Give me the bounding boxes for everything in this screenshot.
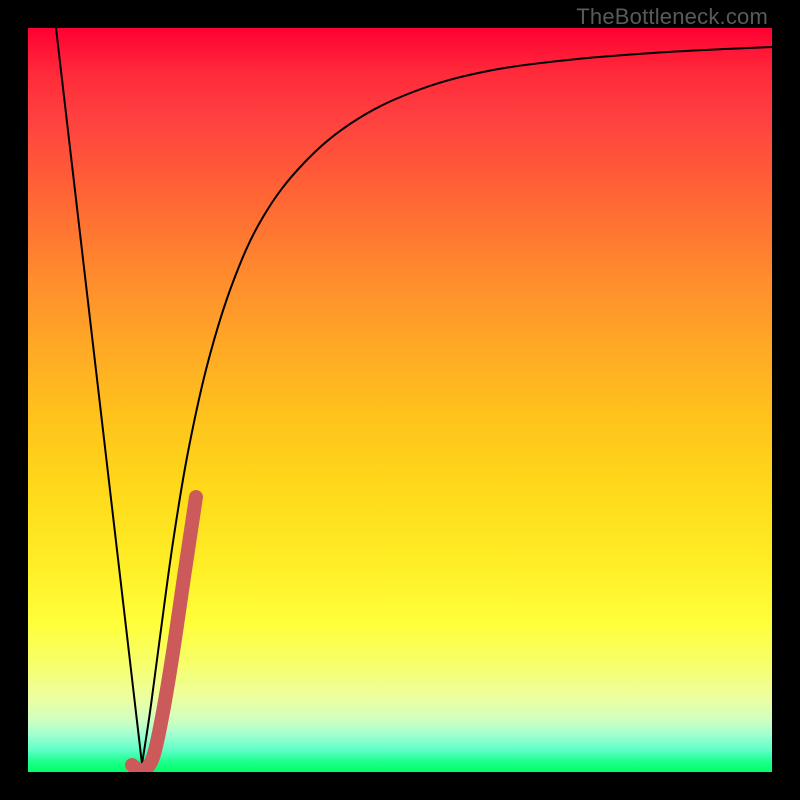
chart-svg <box>28 28 772 772</box>
line-descending-left <box>56 28 142 764</box>
plot-area <box>28 28 772 772</box>
curve-red-hook <box>132 497 196 771</box>
curve-ascending-log <box>142 47 772 764</box>
chart-frame: TheBottleneck.com <box>0 0 800 800</box>
series-descending-left <box>56 28 142 764</box>
series-red-hook <box>132 497 196 771</box>
series-ascending-log-curve <box>142 47 772 764</box>
watermark-text: TheBottleneck.com <box>576 4 768 30</box>
